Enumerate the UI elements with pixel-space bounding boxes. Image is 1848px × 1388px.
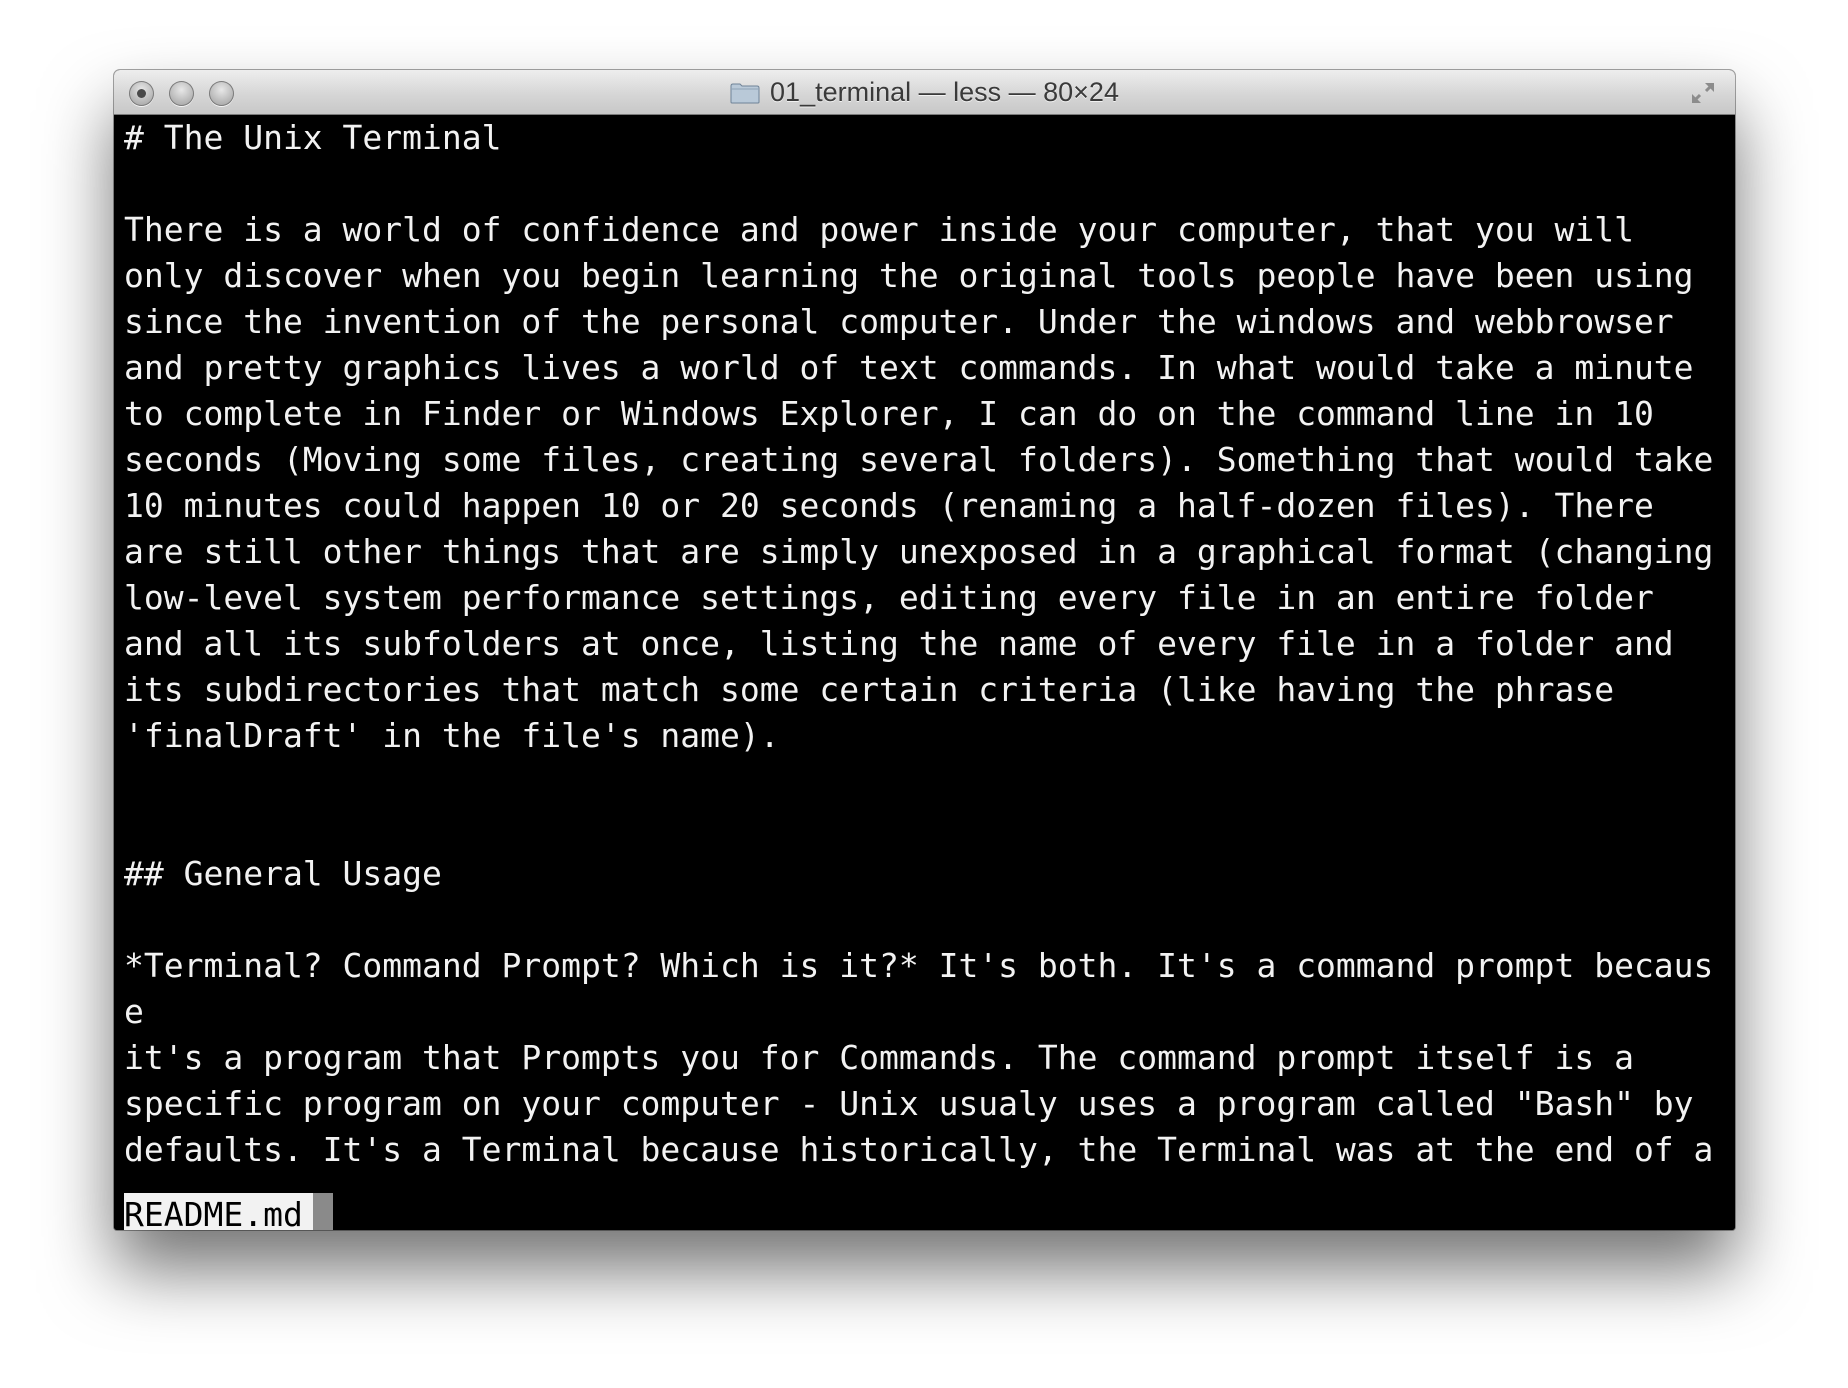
terminal-output[interactable]: # The Unix Terminal There is a world of c… [114, 115, 1735, 1230]
terminal-line: e [124, 992, 144, 1031]
terminal-line: and pretty graphics lives a world of tex… [124, 348, 1694, 387]
terminal-window: 01_terminal — less — 80×24 # The Unix Te… [114, 70, 1735, 1230]
folder-icon [730, 83, 760, 103]
less-status-line: README.md [124, 1193, 333, 1230]
terminal-line: low-level system performance settings, e… [124, 578, 1654, 617]
terminal-line: are still other things that are simply u… [124, 532, 1714, 571]
terminal-line: There is a world of confidence and power… [124, 210, 1634, 249]
terminal-line: since the invention of the personal comp… [124, 302, 1674, 341]
terminal-line: 10 minutes could happen 10 or 20 seconds… [124, 486, 1654, 525]
terminal-line: its subdirectories that match some certa… [124, 670, 1615, 709]
terminal-line: # The Unix Terminal [124, 118, 502, 157]
terminal-line: *Terminal? Command Prompt? Which is it?*… [124, 946, 1714, 985]
terminal-line: specific program on your computer - Unix… [124, 1084, 1694, 1123]
window-title-group: 01_terminal — less — 80×24 [114, 70, 1735, 115]
terminal-line: and all its subfolders at once, listing … [124, 624, 1674, 663]
status-filename: README.md [124, 1193, 313, 1230]
terminal-line: seconds (Moving some files, creating sev… [124, 440, 1714, 479]
fullscreen-arrows-icon[interactable] [1689, 80, 1717, 106]
terminal-line: 'finalDraft' in the file's name). [124, 716, 780, 755]
terminal-line: only discover when you begin learning th… [124, 256, 1694, 295]
title-bar[interactable]: 01_terminal — less — 80×24 [114, 70, 1735, 115]
terminal-cursor [312, 1193, 333, 1230]
terminal-line: defaults. It's a Terminal because histor… [124, 1130, 1714, 1169]
terminal-line: it's a program that Prompts you for Comm… [124, 1038, 1634, 1077]
window-title: 01_terminal — less — 80×24 [770, 77, 1119, 107]
terminal-line: ## General Usage [124, 854, 442, 893]
terminal-line: to complete in Finder or Windows Explore… [124, 394, 1654, 433]
